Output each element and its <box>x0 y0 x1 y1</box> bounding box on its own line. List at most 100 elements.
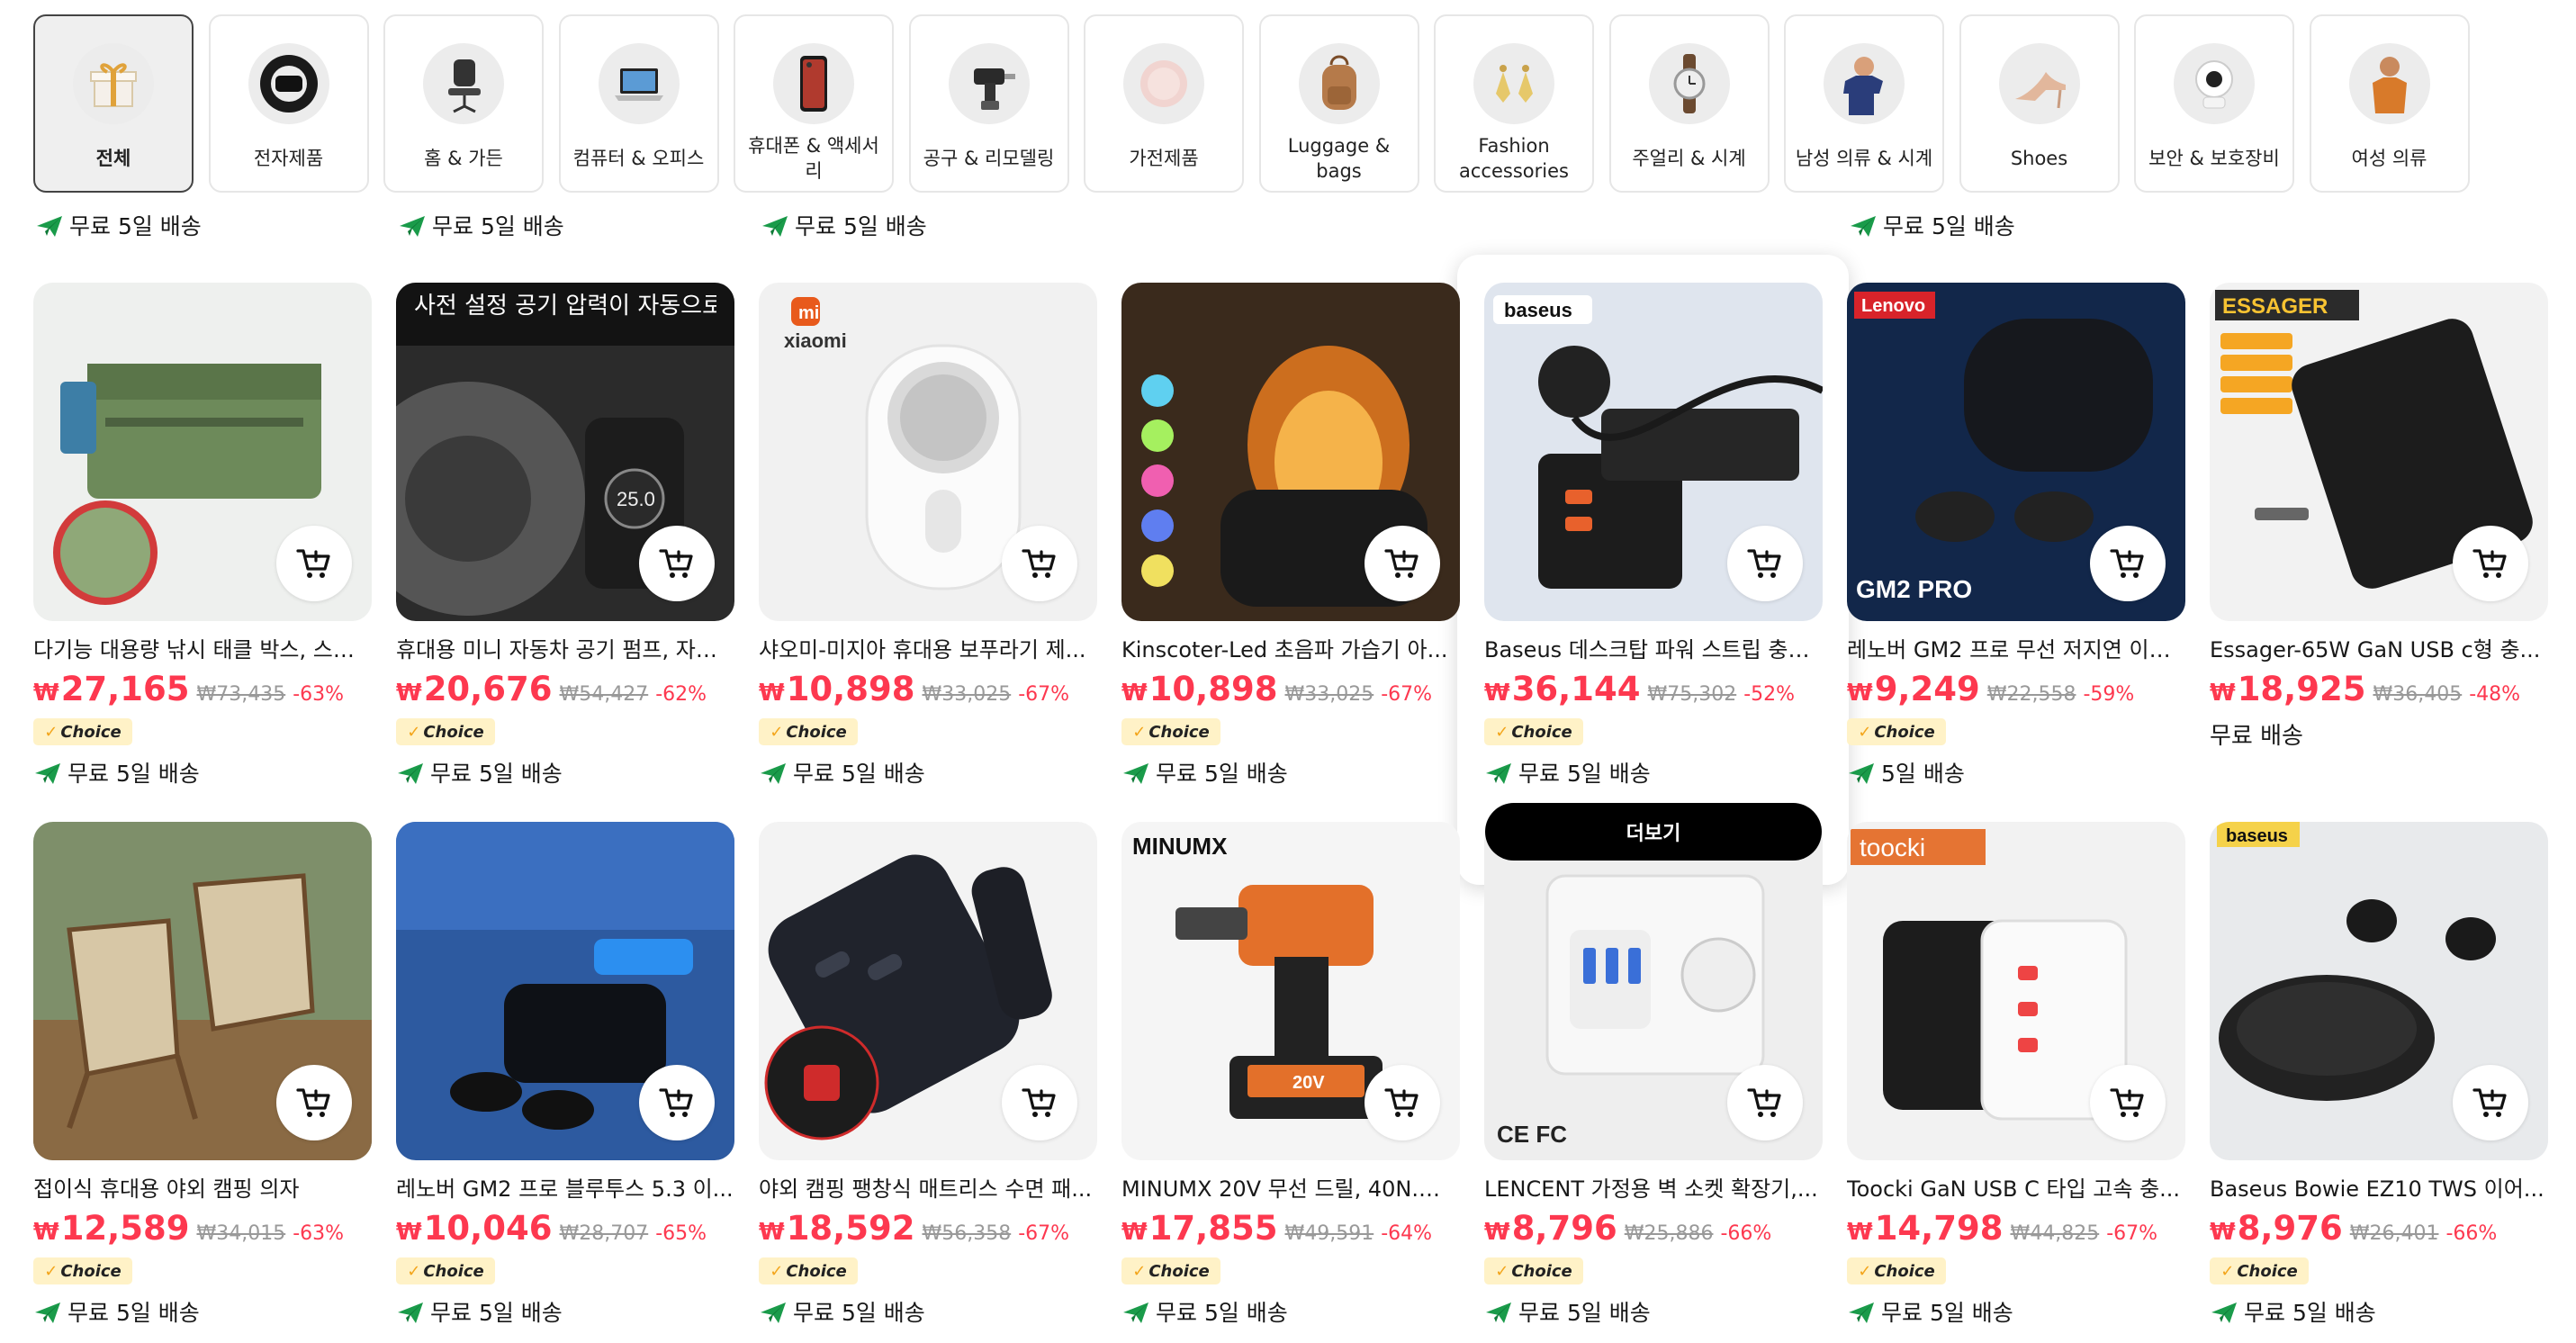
sale-price: 10,046 <box>423 1209 553 1248</box>
product-title[interactable]: LENCENT 가정용 벽 소켓 확장기,... <box>1484 1175 1823 1203</box>
category-tile[interactable]: 가전제품 <box>1084 14 1244 193</box>
product-title[interactable]: Baseus Bowie EZ10 TWS 이어... <box>2210 1175 2548 1203</box>
product-title[interactable]: 휴대용 미니 자동차 공기 펌프, 자체... <box>396 635 734 664</box>
category-label: 홈 & 가든 <box>424 148 503 169</box>
product-title[interactable]: 야외 캠핑 팽창식 매트리스 수면 패... <box>759 1175 1097 1203</box>
currency-symbol: ₩ <box>396 680 422 707</box>
svg-text:xiaomi: xiaomi <box>784 329 847 352</box>
product-title[interactable]: MINUMX 20V 무선 드릴, 40N.m... <box>1121 1175 1460 1203</box>
category-tile[interactable]: 공구 & 리모델링 <box>908 14 1069 193</box>
add-to-cart-button[interactable] <box>1727 526 1803 601</box>
product-image[interactable] <box>396 822 734 1160</box>
image-caption: 사전 설정 공기 압력이 자동으로 중지 <box>414 293 716 320</box>
add-to-cart-button[interactable] <box>2453 526 2528 601</box>
add-to-cart-button[interactable] <box>2090 526 2166 601</box>
product-image[interactable] <box>1121 283 1460 621</box>
product-card[interactable]: Lenovo GM2 PRO 레노버 GM2 프로 무선 저지연 이어... ₩9,2… <box>1847 283 2187 789</box>
product-card[interactable]: toocki Toocki GaN USB C 타입 고속 충... ₩14,798… <box>1847 822 2187 1328</box>
product-image[interactable]: 25.0 사전 설정 공기 압력이 자동으로 중지 <box>396 283 734 621</box>
category-tile[interactable]: 여성 의류 <box>2309 14 2470 193</box>
add-to-cart-button[interactable] <box>1365 526 1440 601</box>
plane-icon <box>1847 1298 1876 1325</box>
add-to-cart-button[interactable] <box>1727 1065 1803 1140</box>
product-title[interactable]: Kinscoter-Led 초음파 가습기 아... <box>1121 635 1460 664</box>
price-row: ₩10,898 ₩33,025 -67% <box>1121 670 1462 709</box>
add-to-cart-button[interactable] <box>2453 1065 2528 1140</box>
product-image[interactable] <box>33 822 372 1160</box>
category-label: 주얼리 & 시계 <box>1632 148 1746 169</box>
add-to-cart-button[interactable] <box>1002 1065 1077 1140</box>
svg-text:baseus: baseus <box>1504 299 1572 321</box>
add-to-cart-button[interactable] <box>2090 1065 2166 1140</box>
shipping-badge: 무료 5일 배송 <box>1121 1295 1462 1328</box>
add-to-cart-button[interactable] <box>276 1065 352 1140</box>
category-tile[interactable]: 컴퓨터 & 오피스 <box>558 14 719 193</box>
category-tile[interactable]: 남성 의류 & 시계 <box>1784 14 1944 193</box>
product-image[interactable] <box>759 822 1097 1160</box>
product-title[interactable]: 접이식 휴대용 야외 캠핑 의자 <box>33 1175 372 1203</box>
category-tile[interactable]: 전체 <box>33 14 194 193</box>
product-image[interactable]: mi xiaomi <box>759 283 1097 621</box>
price-row: ₩20,676 ₩54,427 -62% <box>396 670 736 709</box>
category-tile[interactable]: 휴대폰 & 액세서리 <box>734 14 894 193</box>
product-card[interactable]: baseus Baseus Bowie EZ10 TWS 이어... ₩8,976 ₩… <box>2210 822 2550 1328</box>
product-card[interactable]: 25.0 사전 설정 공기 압력이 자동으로 중지휴대용 미니 자동차 공기 펌프… <box>396 283 736 789</box>
product-image[interactable]: MINUMX 20V <box>1121 822 1460 1160</box>
product-image[interactable]: ESSAGER <box>2210 283 2548 621</box>
original-price: ₩28,707 <box>559 1222 649 1245</box>
price-row: ₩10,046 ₩28,707 -65% <box>396 1209 736 1248</box>
more-button[interactable]: 더보기 <box>1485 803 1822 861</box>
product-image[interactable]: baseus <box>1484 283 1823 621</box>
original-price: ₩22,558 <box>1986 683 2076 706</box>
original-price: ₩75,302 <box>1647 683 1737 706</box>
cart-plus-icon <box>2108 1083 2148 1122</box>
product-image[interactable]: toocki <box>1847 822 2185 1160</box>
add-to-cart-button[interactable] <box>1002 526 1077 601</box>
product-card[interactable]: baseus Baseus 데스크탑 파워 스트립 충전... ₩36,144 ₩75… <box>1484 283 1824 789</box>
product-card[interactable]: MINUMX 20V MINUMX 20V 무선 드릴, 40N.m... ₩17,8… <box>1121 822 1462 1328</box>
product-image[interactable] <box>33 283 372 621</box>
add-to-cart-button[interactable] <box>1365 1065 1440 1140</box>
check-icon: ✓ <box>1858 722 1872 742</box>
check-icon: ✓ <box>407 722 421 742</box>
category-tile[interactable]: Fashion accessories <box>1434 14 1594 193</box>
product-image[interactable]: CE FC <box>1484 822 1823 1160</box>
product-title[interactable]: Essager-65W GaN USB c형 충... <box>2210 635 2548 664</box>
product-card[interactable]: Kinscoter-Led 초음파 가습기 아... ₩10,898 ₩33,025… <box>1121 283 1462 789</box>
product-card[interactable]: 레노버 GM2 프로 블루투스 5.3 이... ₩10,046 ₩28,707 -6… <box>396 822 736 1328</box>
product-title[interactable]: 레노버 GM2 프로 무선 저지연 이어... <box>1847 635 2185 664</box>
check-icon: ✓ <box>1858 1261 1872 1281</box>
product-title[interactable]: 샤오미-미지아 휴대용 보푸라기 제... <box>759 635 1097 664</box>
sale-price: 8,796 <box>1511 1209 1617 1248</box>
product-image[interactable]: baseus <box>2210 822 2548 1160</box>
category-tile[interactable]: 보안 & 보호장비 <box>2134 14 2294 193</box>
shipping-text: 무료 5일 배송 <box>2244 1300 2376 1326</box>
security-camera-icon <box>2174 43 2255 124</box>
category-tile[interactable]: 주얼리 & 시계 <box>1608 14 1770 193</box>
category-tile[interactable]: 전자제품 <box>208 14 369 193</box>
product-title[interactable]: Toocki GaN USB C 타입 고속 충... <box>1847 1175 2185 1203</box>
svg-text:Lenovo: Lenovo <box>1861 296 1925 316</box>
category-tile[interactable]: 홈 & 가든 <box>383 14 544 193</box>
product-card[interactable]: ESSAGER Essager-65W GaN USB c형 충... ₩18,92… <box>2210 283 2550 753</box>
product-card[interactable]: CE FC LENCENT 가정용 벽 소켓 확장기,... ₩8,796 ₩25,8… <box>1484 822 1824 1328</box>
product-card[interactable]: 다기능 대용량 낚시 태클 박스, 스탠드... ₩27,165 ₩73,435 -6… <box>33 283 374 789</box>
product-card[interactable]: mi xiaomi 샤오미-미지아 휴대용 보푸라기 제... ₩10,898 ₩33,… <box>759 283 1099 789</box>
add-to-cart-button[interactable] <box>639 1065 715 1140</box>
product-image[interactable]: Lenovo GM2 PRO <box>1847 283 2185 621</box>
product-title[interactable]: 다기능 대용량 낚시 태클 박스, 스탠드... <box>33 635 372 664</box>
shipping-text: 무료 5일 배송 <box>430 761 563 787</box>
cart-plus-icon <box>657 1083 697 1122</box>
product-title[interactable]: Baseus 데스크탑 파워 스트립 충전... <box>1484 635 1823 664</box>
product-title[interactable]: 레노버 GM2 프로 블루투스 5.3 이... <box>396 1175 734 1203</box>
shipping-text: 5일 배송 <box>1881 761 1965 787</box>
category-tile[interactable]: Luggage & bags <box>1258 14 1419 193</box>
earrings-icon <box>1473 43 1554 124</box>
add-to-cart-button[interactable] <box>276 526 352 601</box>
add-to-cart-button[interactable] <box>639 526 715 601</box>
shipping-text: 무료 5일 배송 <box>1883 213 2015 239</box>
category-label: 가전제품 <box>1129 148 1199 169</box>
product-card[interactable]: 접이식 휴대용 야외 캠핑 의자 ₩12,589 ₩34,015 -63% ✓ Choic… <box>33 822 374 1328</box>
category-tile[interactable]: Shoes <box>1959 14 2120 193</box>
product-card[interactable]: 야외 캠핑 팽창식 매트리스 수면 패... ₩18,592 ₩56,358 -67%… <box>759 822 1099 1328</box>
